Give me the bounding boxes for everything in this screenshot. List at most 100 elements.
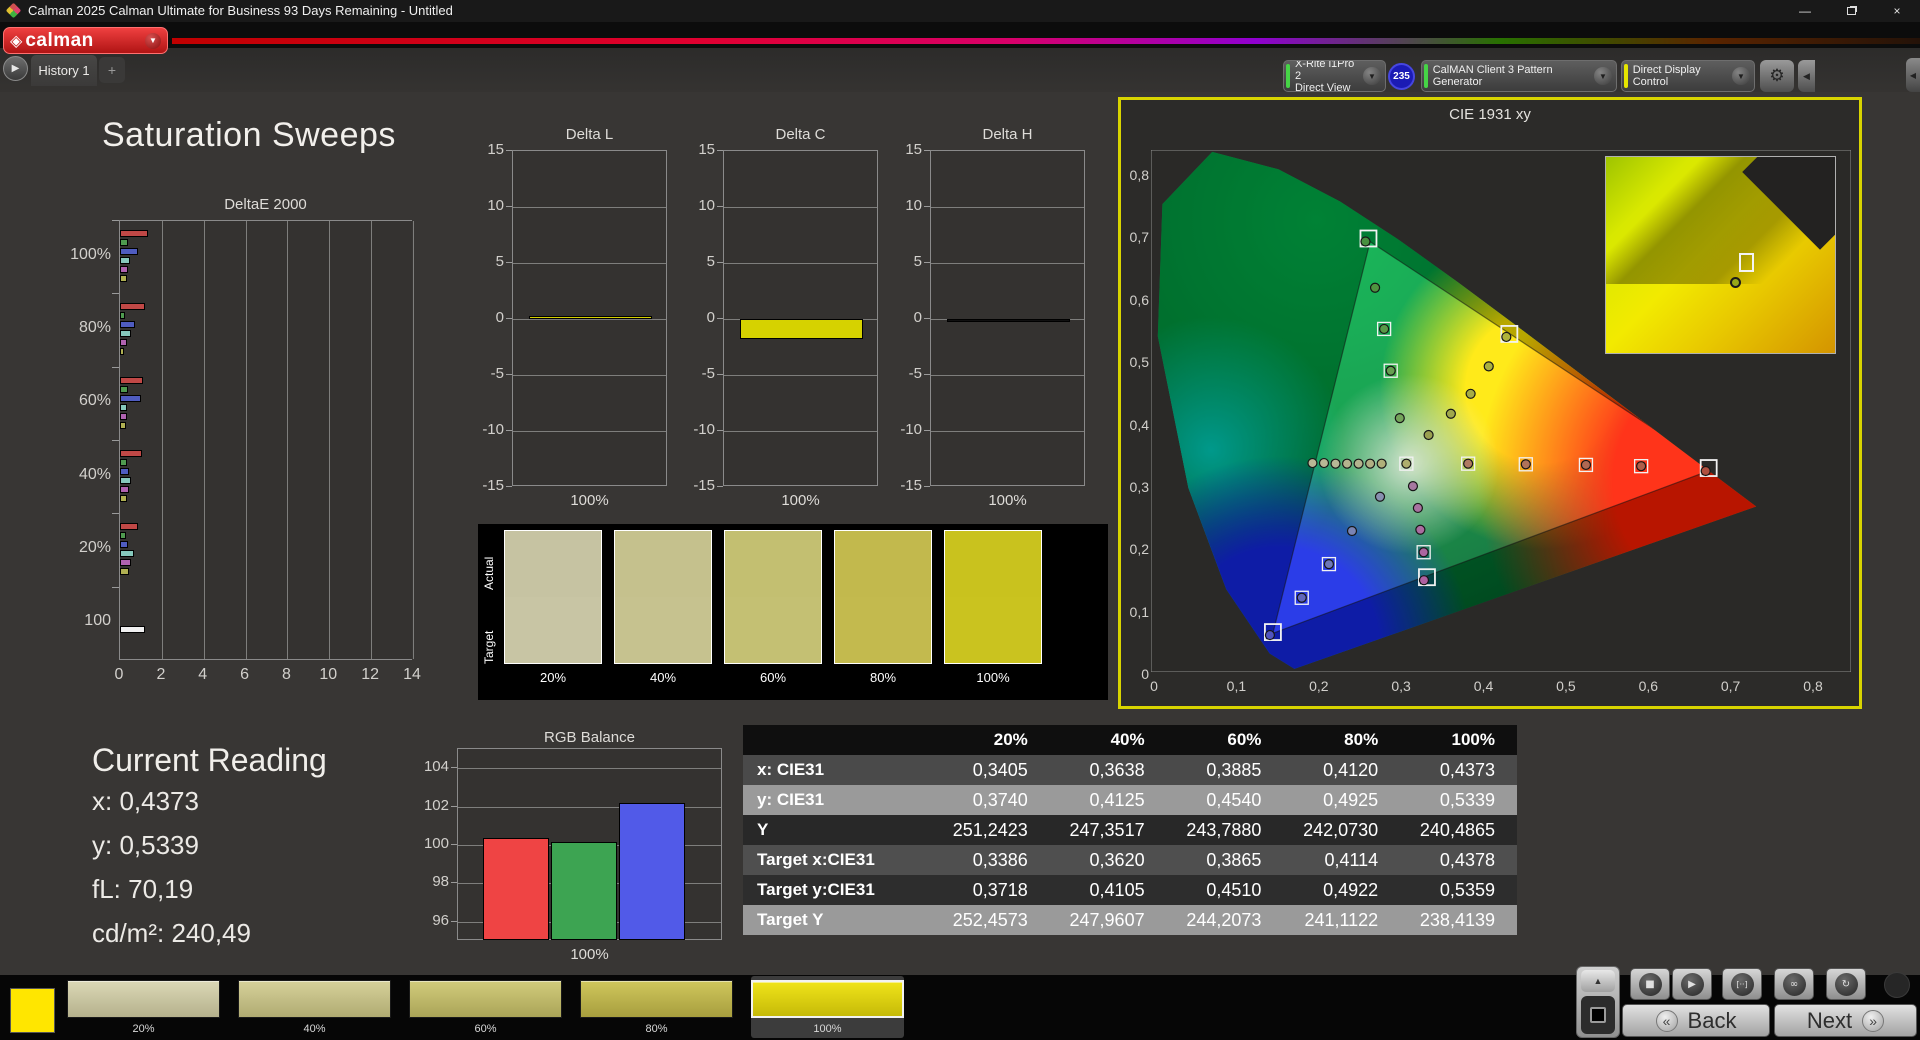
deltae-bar [120, 330, 131, 337]
stop-button[interactable]: ■ [1630, 968, 1670, 1000]
target-color [835, 597, 931, 663]
titlebar: Calman 2025 Calman Ultimate for Business… [0, 0, 1920, 22]
inset-measured-dot [1730, 277, 1741, 288]
layout-nav-button[interactable]: ▶ [3, 56, 28, 81]
current-patch-swatch [10, 988, 55, 1033]
gridline [931, 431, 1084, 432]
axis-tick [451, 882, 457, 883]
step-icon: [··] [1731, 973, 1754, 996]
edge-collapse-button[interactable]: ◀ [1906, 58, 1920, 92]
step-button[interactable]: [··] [1722, 968, 1762, 1000]
display-control-dropdown[interactable]: Direct Display Control ▼ [1621, 60, 1755, 92]
gridline [724, 431, 877, 432]
measured-dot [1502, 332, 1511, 341]
delta_l-xlabel: 100% [512, 492, 667, 509]
deltae-xtick: 12 [355, 666, 385, 684]
row-label: x: CIE31 [743, 760, 933, 780]
gridline [204, 221, 205, 659]
add-tab-button[interactable]: + [99, 57, 125, 83]
rgb-bar-blue [619, 803, 685, 940]
collapse-toolbar-button[interactable]: ◀ [1798, 60, 1815, 92]
deltae-bar [120, 450, 142, 457]
next-button[interactable]: Next » [1774, 1004, 1917, 1037]
delta_h-ytick: 15 [890, 141, 922, 158]
gear-icon: ⚙ [1769, 66, 1784, 86]
tab-history-1[interactable]: History 1 [31, 55, 97, 86]
cell-value: 0,3638 [1050, 760, 1167, 781]
measured-dot [1347, 527, 1356, 536]
play-icon: ▶ [1681, 973, 1704, 996]
cell-value: 0,3740 [933, 790, 1050, 811]
status-dot [1884, 972, 1910, 998]
measured-dot [1343, 459, 1352, 468]
axis-tick [506, 374, 512, 375]
delta_l-title: Delta L [512, 126, 667, 143]
delta_c-bar [740, 319, 863, 339]
deltae-xtick: 8 [271, 666, 301, 684]
delta_c-xlabel: 100% [723, 492, 878, 509]
cell-value: 0,4105 [1050, 880, 1167, 901]
display-status-indicator [1624, 64, 1628, 88]
patch-swatch-button[interactable]: 100% [751, 976, 904, 1038]
measured-dot [1376, 492, 1385, 501]
continuous-button[interactable]: ∞ [1774, 968, 1814, 1000]
cell-value: 252,4573 [933, 910, 1050, 931]
axis-tick [506, 486, 512, 487]
settings-button[interactable]: ⚙ [1760, 60, 1794, 92]
gridline [513, 207, 666, 208]
deltae-xtick: 0 [104, 666, 134, 684]
patch-swatch-button[interactable]: 40% [238, 976, 391, 1038]
saturation-swatch-label: 60% [724, 670, 822, 685]
patch-swatch-button[interactable]: 20% [67, 976, 220, 1038]
cell-value: 244,2073 [1167, 910, 1284, 931]
axis-tick [451, 806, 457, 807]
patch-swatch-button[interactable]: 80% [580, 976, 733, 1038]
cie-ytick: 0,7 [1123, 229, 1149, 245]
patch-swatch-label: 60% [409, 1023, 562, 1035]
cell-value: 0,4120 [1283, 760, 1400, 781]
cie-xtick: 0,2 [1303, 678, 1335, 694]
cie-ytick: 0,4 [1123, 417, 1149, 433]
cie-xtick: 0,5 [1550, 678, 1582, 694]
collapse-dock-button[interactable]: ▲ [1581, 970, 1615, 992]
table-row: Target y:CIE310,37180,41050,45100,49220,… [743, 875, 1517, 905]
axis-tick [924, 374, 930, 375]
pattern-generator-dropdown[interactable]: CalMAN Client 3 Pattern Generator ▼ [1421, 60, 1617, 92]
delta_h-ytick: -15 [890, 477, 922, 494]
delta_l-ytick: 5 [472, 253, 504, 270]
meter-dropdown[interactable]: X-Rite i1Pro 2Direct View ▼ [1283, 60, 1386, 92]
gridline [513, 263, 666, 264]
close-button[interactable]: × [1874, 0, 1920, 22]
reading-y: y: 0,5339 [92, 830, 199, 861]
measured-dot [1413, 503, 1422, 512]
repeat-button[interactable]: ↻ [1826, 968, 1866, 1000]
cie-ytick: 0,8 [1123, 167, 1149, 183]
axis-tick [717, 318, 723, 319]
calman-menu-button[interactable]: ◈ calman ▼ [3, 27, 168, 54]
rgb-bar-green [551, 842, 617, 940]
back-button[interactable]: « Back [1622, 1004, 1770, 1037]
brand-gradient-stripe [172, 38, 1920, 44]
chart-title-deltae: DeltaE 2000 [119, 196, 412, 213]
meter-count-badge[interactable]: 235 [1388, 63, 1415, 90]
patch-swatch [238, 980, 391, 1018]
next-label: Next [1807, 1008, 1852, 1034]
cie-ytick: 0,2 [1123, 541, 1149, 557]
patch-swatch-button[interactable]: 60% [409, 976, 562, 1038]
table-row: Target x:CIE310,33860,36200,38650,41140,… [743, 845, 1517, 875]
measured-dot [1265, 631, 1274, 640]
deltae-xtick: 14 [397, 666, 427, 684]
pattern-window-button[interactable] [1581, 996, 1615, 1034]
maximize-button[interactable] [1828, 0, 1874, 22]
minimize-button[interactable]: — [1782, 0, 1828, 22]
deltae-plot [119, 220, 412, 660]
patch-swatch [580, 980, 733, 1018]
cie-zoom-inset [1605, 156, 1836, 354]
delta_h-plot [930, 150, 1085, 486]
pattern-status-indicator [1424, 64, 1428, 88]
play-button[interactable]: ▶ [1672, 968, 1712, 1000]
chevron-left-icon: ◀ [1910, 71, 1916, 80]
target-color [945, 597, 1041, 663]
table-column-header: 100% [1400, 730, 1517, 750]
cie-ytick: 0 [1123, 666, 1149, 682]
